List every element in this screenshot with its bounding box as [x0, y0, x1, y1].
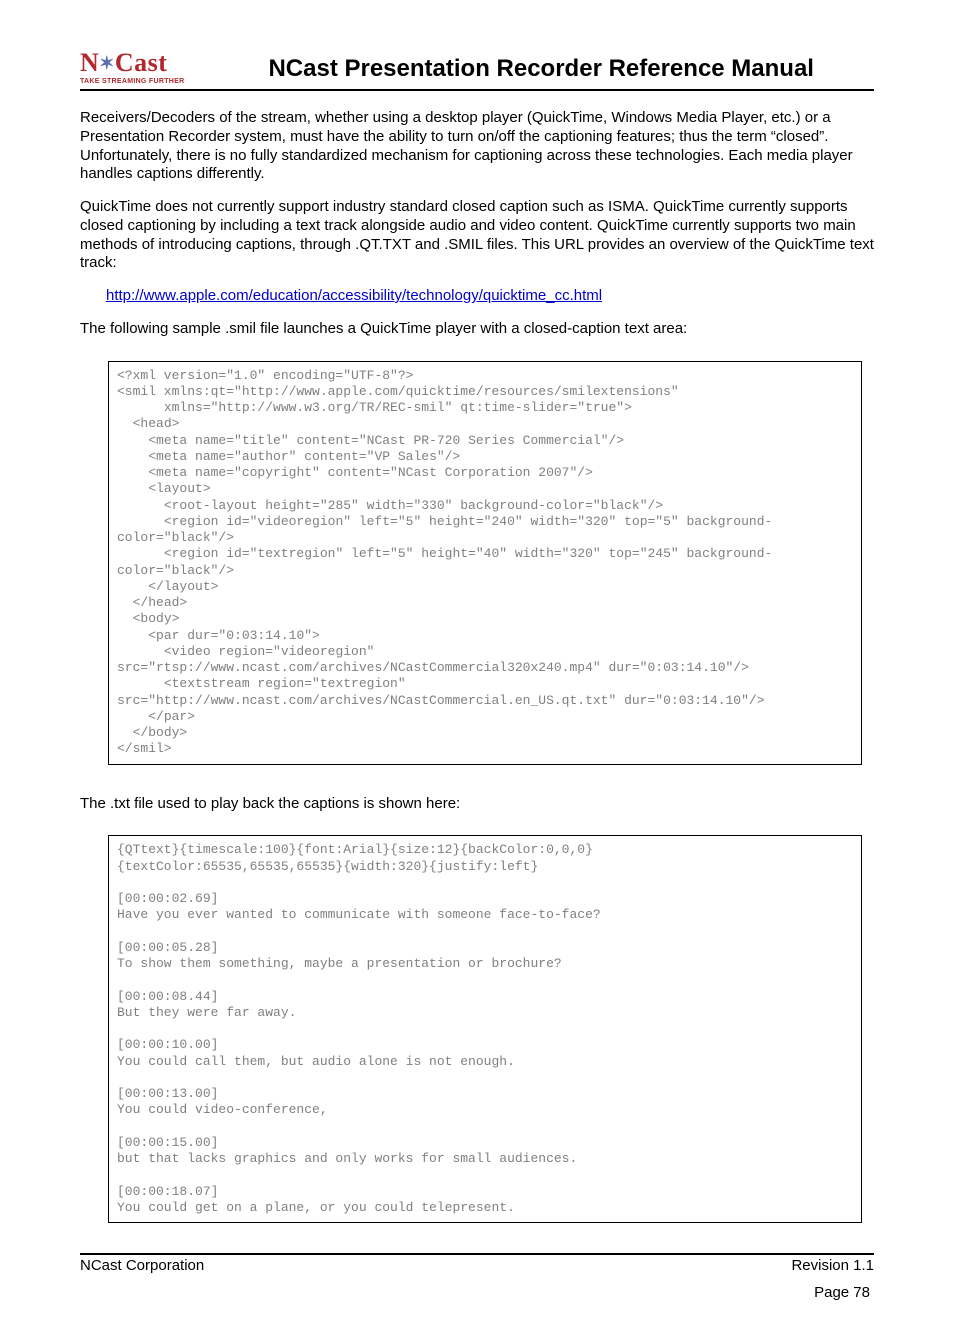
page-title: NCast Presentation Recorder Reference Ma… [208, 55, 874, 85]
footer-right: Revision 1.1 [791, 1257, 874, 1274]
link-line: http://www.apple.com/education/accessibi… [80, 287, 874, 306]
page-number: Page 78 [80, 1274, 874, 1301]
quicktime-cc-link[interactable]: http://www.apple.com/education/accessibi… [106, 287, 602, 304]
logo-tagline: TAKE STREAMING FURTHER [80, 78, 184, 85]
brand-logo: N✶Cast TAKE STREAMING FURTHER [80, 48, 184, 85]
paragraph-3: The following sample .smil file launches… [80, 320, 874, 339]
logo-text: N✶Cast [80, 48, 184, 78]
page-header: N✶Cast TAKE STREAMING FURTHER NCast Pres… [80, 48, 874, 91]
code-block-smil: <?xml version="1.0" encoding="UTF-8"?> <… [108, 361, 862, 765]
paragraph-4: The .txt file used to play back the capt… [80, 795, 874, 814]
paragraph-1: Receivers/Decoders of the stream, whethe… [80, 109, 874, 184]
footer-left: NCast Corporation [80, 1257, 204, 1274]
code-block-txt: {QTtext}{timescale:100}{font:Arial}{size… [108, 835, 862, 1223]
paragraph-2: QuickTime does not currently support ind… [80, 198, 874, 273]
page: N✶Cast TAKE STREAMING FURTHER NCast Pres… [0, 0, 954, 1341]
page-footer: NCast Corporation Revision 1.1 [80, 1253, 874, 1274]
